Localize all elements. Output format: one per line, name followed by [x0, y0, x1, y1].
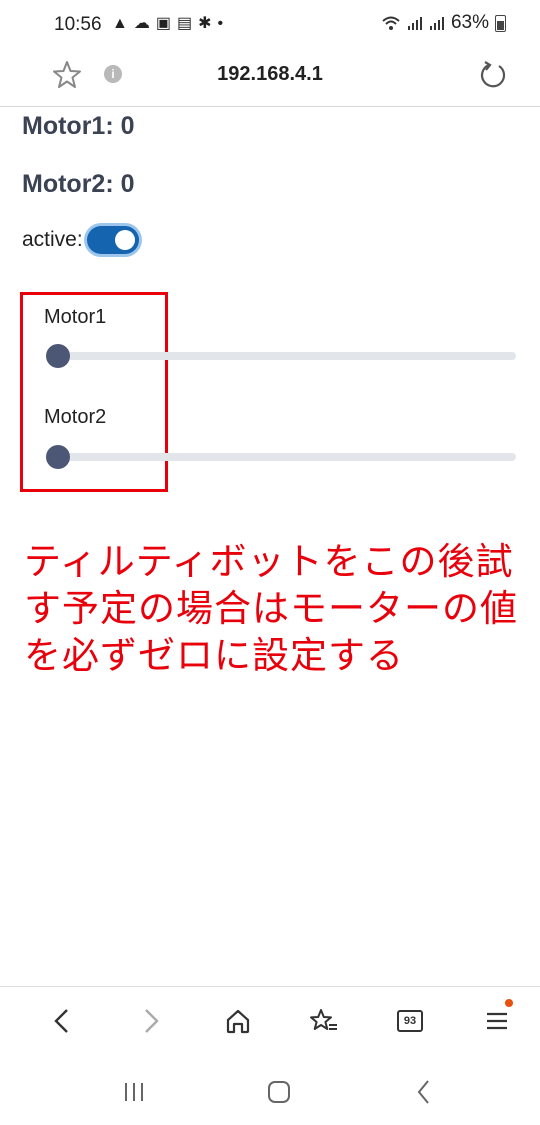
tabs-button[interactable]: 93 [390, 1001, 430, 1041]
status-bar: 10:56 ▲ ☁ ▣ ▤ ✱ • 63% [0, 0, 540, 48]
motor2-slider-track[interactable] [50, 453, 516, 461]
menu-button[interactable] [477, 999, 517, 1041]
dot-icon: • [217, 15, 224, 32]
motor1-heading: Motor1: 0 [22, 112, 135, 140]
status-right: 63% [381, 12, 506, 34]
forward-button[interactable] [131, 1001, 171, 1041]
home-button[interactable] [218, 1001, 258, 1041]
chevron-left-icon [54, 1009, 68, 1033]
active-toggle[interactable] [86, 226, 139, 254]
gear-icon: ✱ [198, 15, 212, 32]
annotation-text: ティルティボットをこの後試す予定の場合はモーターの値を必ずゼロに設定する [24, 541, 518, 676]
signal-icon [429, 17, 444, 30]
home-icon [226, 1009, 250, 1034]
motor2-slider-label: Motor2 [44, 406, 107, 428]
signal-icon [407, 17, 422, 30]
motor1-slider-thumb[interactable] [46, 344, 70, 368]
notification-icons: ▲ ☁ ▣ ▤ ✱ • [112, 14, 223, 34]
back-nav-icon [417, 1080, 429, 1104]
motor2-heading: Motor2: 0 [22, 170, 135, 198]
browser-toolbar: 93 [0, 986, 540, 1057]
recents-icon [125, 1083, 143, 1101]
cloud-icon: ☁ [133, 15, 150, 32]
voicemail-icon: ▣ [155, 15, 171, 32]
motor1-slider-track[interactable] [50, 352, 516, 360]
motor2-slider-thumb[interactable] [46, 445, 70, 469]
url-text[interactable]: 192.168.4.1 [0, 63, 540, 86]
bookmarks-button[interactable] [304, 1001, 344, 1041]
warning-icon: ▲ [112, 15, 128, 32]
home-nav-button[interactable] [259, 1074, 299, 1110]
back-nav-button[interactable] [404, 1074, 444, 1110]
back-button[interactable] [42, 1001, 82, 1041]
motor1-slider-group: Motor1 [44, 306, 518, 368]
menu-icon [487, 1012, 507, 1030]
active-row: active: [22, 226, 139, 254]
active-label: active: [22, 228, 83, 251]
battery-icon [495, 14, 506, 32]
toggle-knob [114, 230, 135, 250]
system-nav-bar [0, 1056, 540, 1125]
battery-percent: 63% [450, 12, 489, 33]
address-bar: i 192.168.4.1 [0, 48, 540, 107]
reload-icon[interactable] [476, 58, 510, 92]
motor1-slider-label: Motor1 [44, 306, 107, 328]
recents-button[interactable] [114, 1074, 154, 1110]
status-time: 10:56 [54, 14, 102, 35]
chevron-right-icon [145, 1009, 159, 1033]
wifi-icon [382, 16, 400, 30]
tabs-count: 93 [397, 1010, 423, 1032]
motor2-slider-group: Motor2 [44, 406, 518, 469]
menu-notification-dot [505, 999, 513, 1007]
home-square-icon [268, 1081, 290, 1103]
star-list-icon [310, 1009, 337, 1030]
camera-icon: ▤ [176, 15, 193, 32]
